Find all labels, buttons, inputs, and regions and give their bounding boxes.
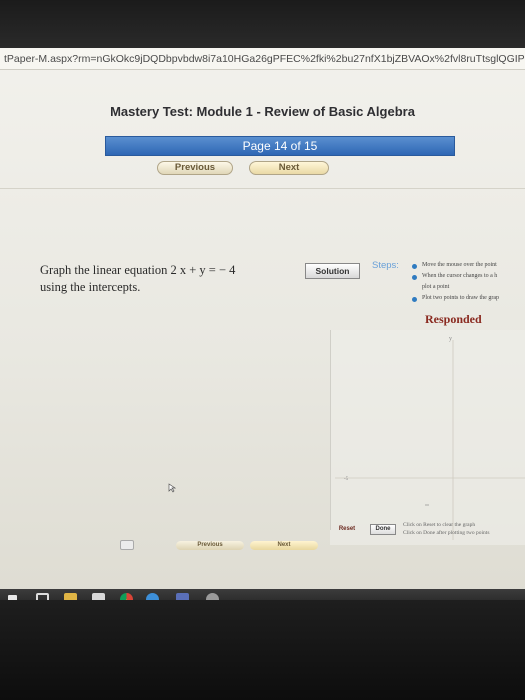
- people-icon[interactable]: [176, 593, 189, 600]
- page-indicator: Page 14 of 15: [105, 136, 455, 156]
- file-explorer-icon[interactable]: [64, 593, 77, 600]
- done-button[interactable]: Done: [370, 524, 396, 535]
- step-2: When the cursor changes to a h: [422, 273, 498, 279]
- bottom-previous-button[interactable]: Previous: [176, 541, 244, 550]
- desk-background: [0, 600, 525, 700]
- page-title: Mastery Test: Module 1 - Review of Basic…: [110, 104, 415, 119]
- solution-button[interactable]: Solution: [305, 263, 360, 279]
- store-icon[interactable]: [92, 593, 105, 600]
- graph-hint-2: Click on Done after plotting two points: [403, 530, 490, 536]
- question-line-2: using the intercepts.: [40, 280, 141, 294]
- settings-icon[interactable]: [206, 593, 219, 600]
- windows-taskbar: [0, 589, 525, 600]
- coordinate-graph[interactable]: y -5: [330, 330, 525, 545]
- graph-hint-1: Click on Reset to clear the graph: [403, 522, 476, 528]
- question-line-1: Graph the linear equation 2 x + y = − 4: [40, 263, 236, 277]
- step-bullet-icon: [412, 275, 417, 280]
- step-2-continued: plot a point: [422, 284, 450, 290]
- response-status: Responded: [425, 312, 482, 326]
- step-bullet-icon: [412, 264, 417, 269]
- mouse-cursor-icon: [168, 483, 176, 493]
- steps-label: Steps:: [372, 260, 399, 271]
- reset-button[interactable]: Reset: [336, 525, 358, 536]
- next-button[interactable]: Next: [249, 161, 329, 175]
- screen: tPaper-M.aspx?rm=nGkOkc9jDQDbpvbdw8i7a10…: [0, 48, 525, 600]
- previous-button[interactable]: Previous: [157, 161, 233, 175]
- monitor-bezel-top: [0, 0, 525, 48]
- step-bullet-icon: [412, 297, 417, 302]
- step-3: Plot two points to draw the grap: [422, 295, 499, 301]
- calculator-icon[interactable]: [120, 540, 134, 550]
- bottom-next-button[interactable]: Next: [250, 541, 318, 550]
- divider: [0, 188, 525, 189]
- address-bar[interactable]: tPaper-M.aspx?rm=nGkOkc9jDQDbpvbdw8i7a10…: [0, 48, 525, 70]
- x-tick-label: -5: [344, 477, 349, 482]
- edge-icon[interactable]: [146, 593, 159, 600]
- y-axis-label: y: [449, 336, 452, 342]
- task-view-icon[interactable]: [36, 593, 49, 600]
- chrome-icon[interactable]: [120, 593, 133, 600]
- question-text: Graph the linear equation 2 x + y = − 4 …: [40, 262, 310, 296]
- step-1: Move the mouse over the point: [422, 262, 497, 268]
